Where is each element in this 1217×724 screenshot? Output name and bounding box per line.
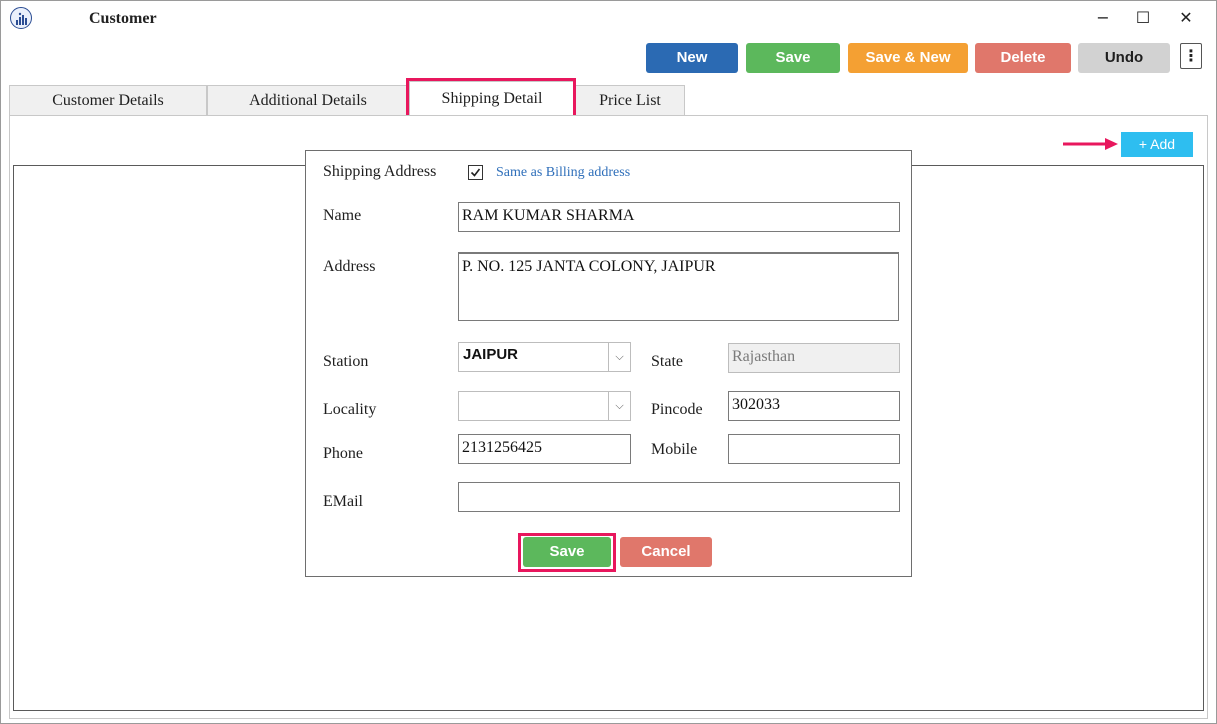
save-highlight-box bbox=[518, 533, 616, 572]
title-bar: Customer − ☐ ✕ bbox=[1, 1, 1216, 37]
checkbox-check-icon bbox=[470, 168, 481, 177]
close-button[interactable]: ✕ bbox=[1172, 5, 1200, 31]
email-field[interactable] bbox=[458, 482, 900, 512]
name-label: Name bbox=[323, 207, 362, 224]
maximize-button[interactable]: ☐ bbox=[1129, 5, 1157, 31]
shipping-address-heading: Shipping Address bbox=[323, 163, 437, 180]
locality-label: Locality bbox=[323, 401, 377, 418]
tab-additional-details[interactable]: Additional Details bbox=[207, 85, 409, 115]
app-logo-icon bbox=[10, 7, 32, 29]
station-value: JAIPUR bbox=[463, 346, 519, 363]
address-field[interactable]: P. NO. 125 JANTA COLONY, JAIPUR bbox=[458, 252, 899, 321]
delete-button[interactable]: Delete bbox=[975, 43, 1071, 73]
add-shipping-button[interactable]: + Add bbox=[1121, 132, 1193, 157]
save-and-new-button[interactable]: Save & New bbox=[848, 43, 968, 73]
save-button[interactable]: Save bbox=[746, 43, 840, 73]
tab-price-list[interactable]: Price List bbox=[575, 85, 685, 115]
mobile-label: Mobile bbox=[651, 441, 698, 458]
minimize-button[interactable]: − bbox=[1089, 5, 1117, 31]
station-label: Station bbox=[323, 353, 369, 370]
name-field[interactable]: RAM KUMAR SHARMA bbox=[458, 202, 900, 232]
locality-select[interactable]: ⌵ bbox=[458, 391, 631, 421]
mobile-field[interactable] bbox=[728, 434, 900, 464]
state-field: Rajasthan bbox=[728, 343, 900, 373]
dialog-cancel-button[interactable]: Cancel bbox=[620, 537, 712, 567]
undo-button[interactable]: Undo bbox=[1078, 43, 1170, 73]
kebab-menu-icon[interactable]: ⋮ bbox=[1180, 43, 1202, 69]
chevron-down-icon[interactable]: ⌵ bbox=[608, 343, 630, 371]
address-label: Address bbox=[323, 258, 376, 275]
tab-shipping-detail[interactable]: Shipping Detail bbox=[409, 81, 575, 115]
window-title: Customer bbox=[89, 10, 157, 27]
phone-field[interactable]: 2131256425 bbox=[458, 434, 631, 464]
same-as-billing-checkbox[interactable] bbox=[468, 165, 483, 180]
pincode-field[interactable]: 302033 bbox=[728, 391, 900, 421]
pincode-label: Pincode bbox=[651, 401, 703, 418]
station-select[interactable]: JAIPUR ⌵ bbox=[458, 342, 631, 372]
same-as-billing-label[interactable]: Same as Billing address bbox=[496, 165, 630, 181]
tab-customer-details[interactable]: Customer Details bbox=[9, 85, 207, 115]
customer-window: Customer − ☐ ✕ New Save Save & New Delet… bbox=[0, 0, 1217, 724]
chevron-down-icon[interactable]: ⌵ bbox=[608, 392, 630, 420]
new-button[interactable]: New bbox=[646, 43, 738, 73]
phone-label: Phone bbox=[323, 445, 363, 462]
email-label: EMail bbox=[323, 493, 363, 510]
state-label: State bbox=[651, 353, 683, 370]
arrow-right-icon bbox=[1063, 138, 1118, 150]
